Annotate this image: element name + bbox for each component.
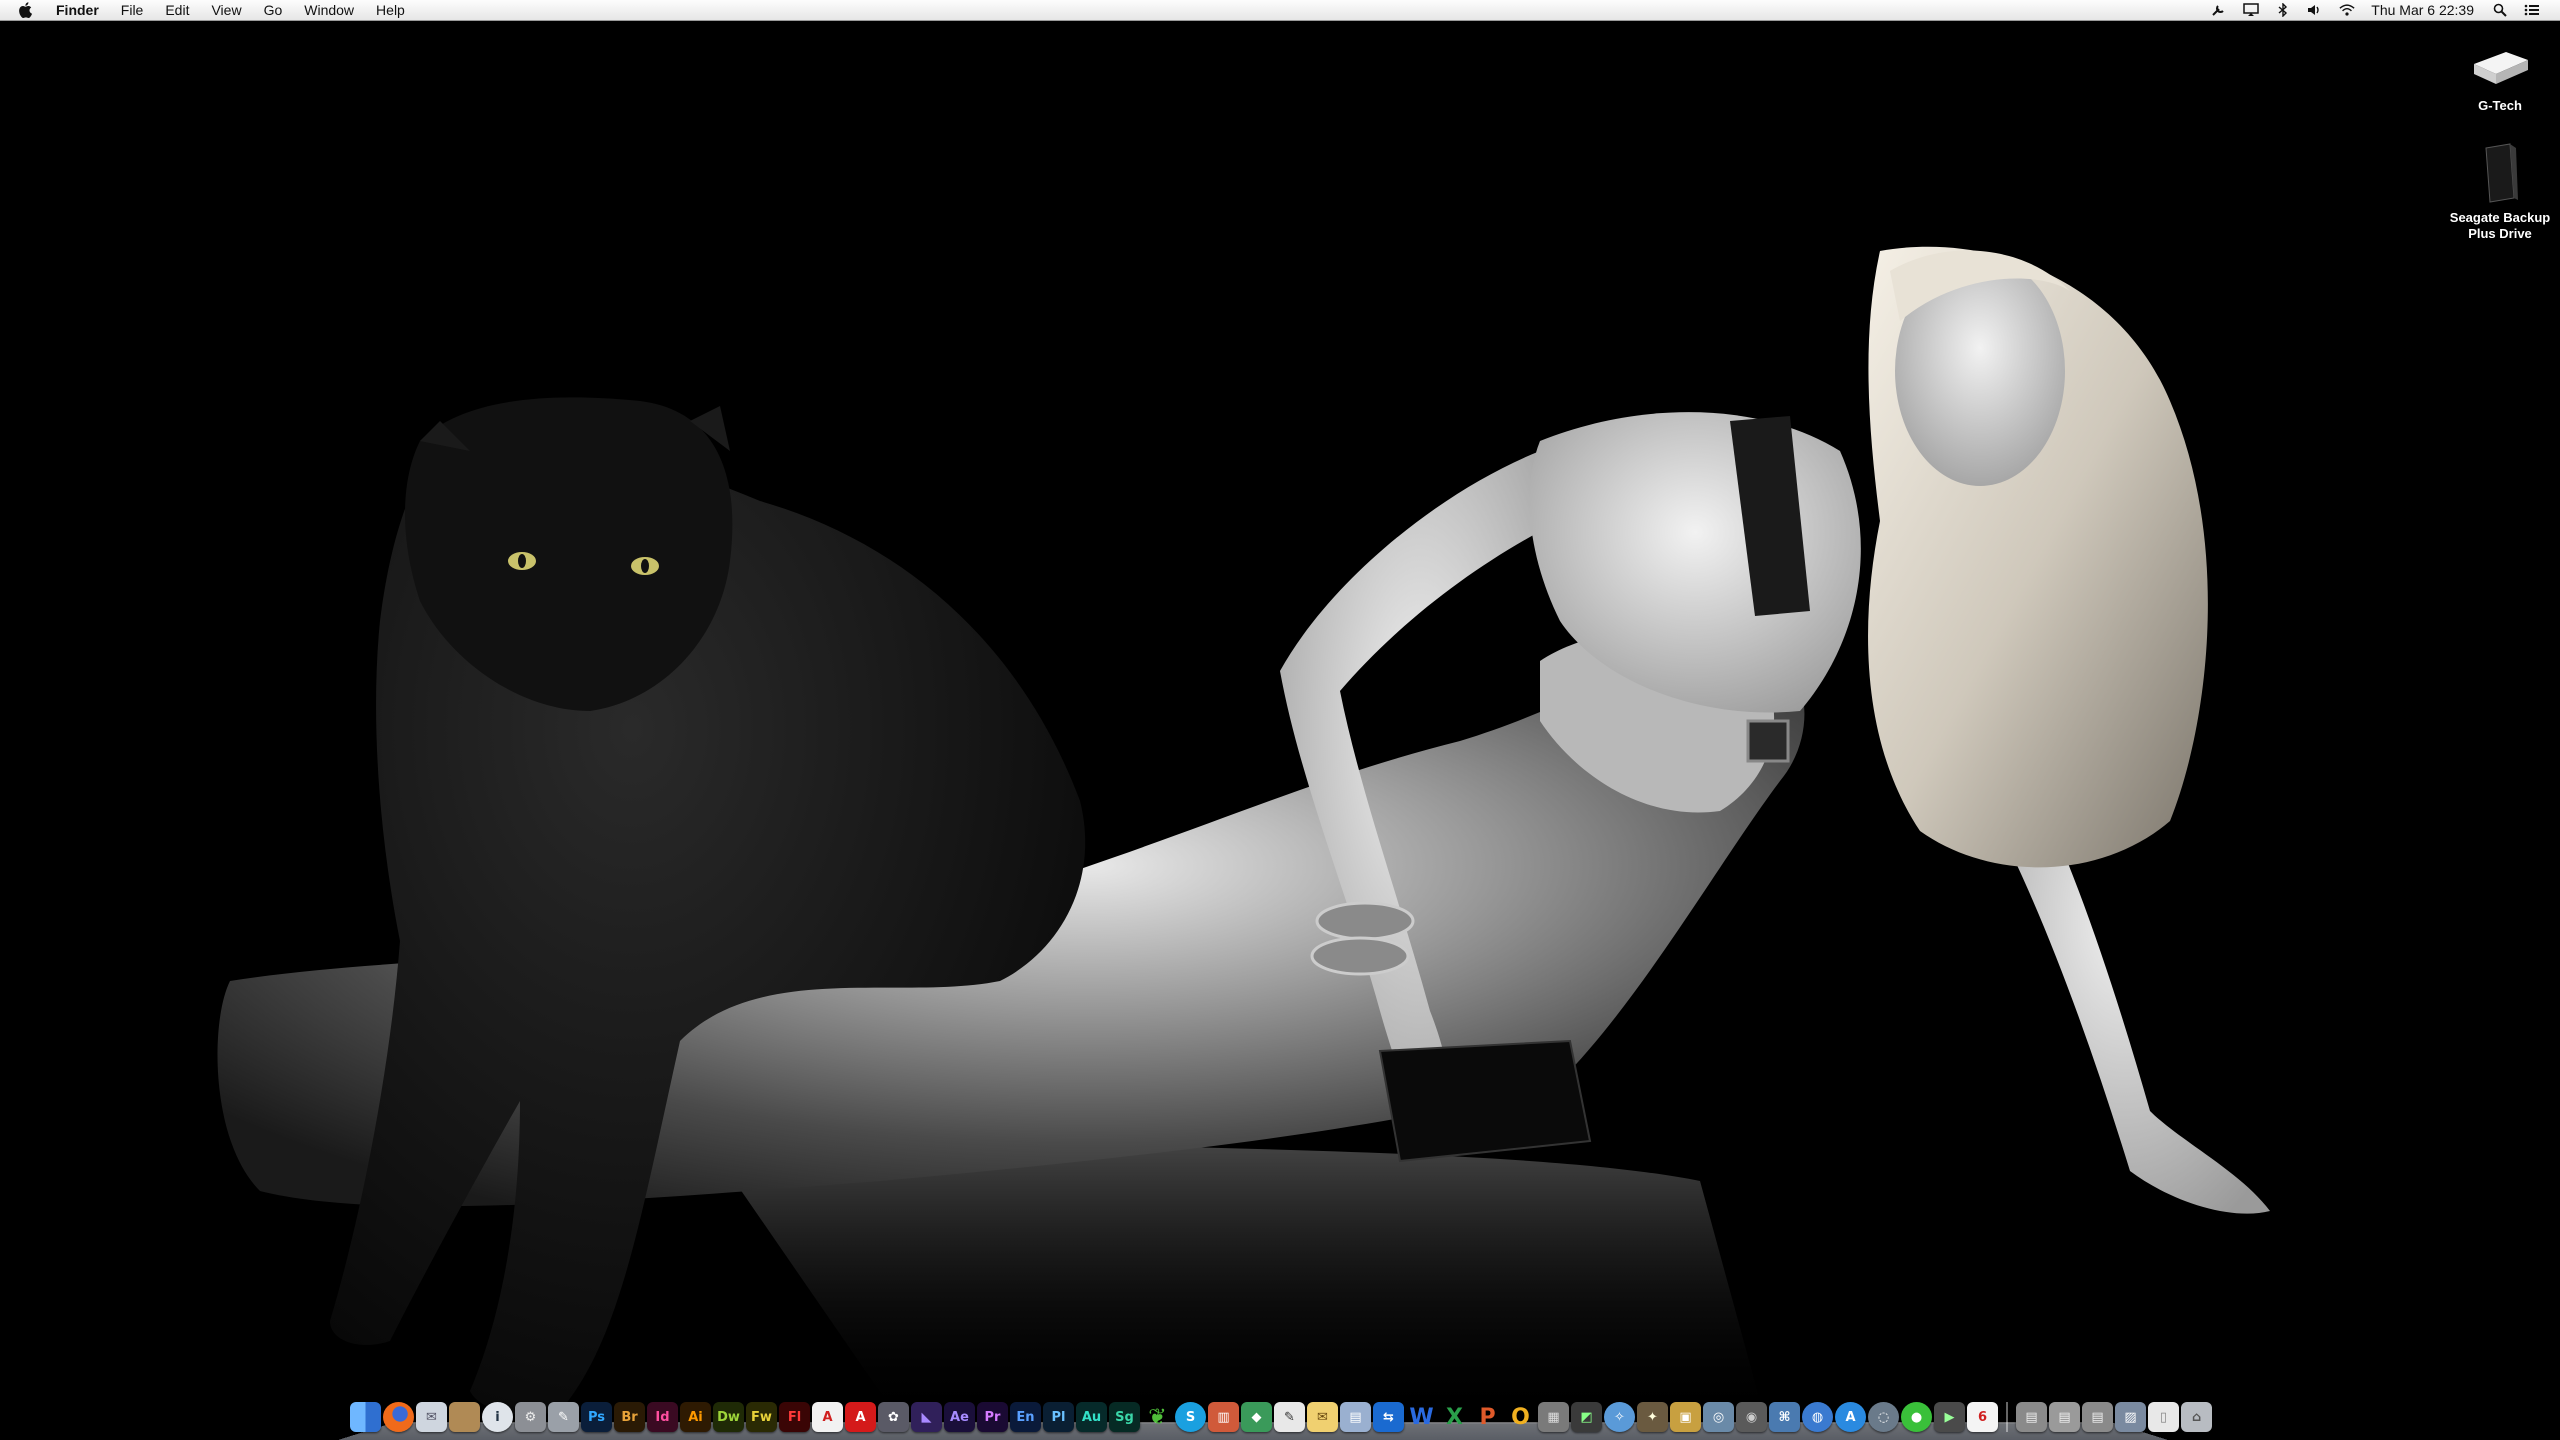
cube-app-icon[interactable]: ◆ — [1241, 1402, 1272, 1432]
premiere-icon[interactable]: Pr — [977, 1402, 1008, 1432]
desktop-icon-g-tech[interactable]: G-Tech — [2435, 44, 2560, 114]
audition-icon[interactable]: Au — [1076, 1402, 1107, 1432]
dock-icons: ✉ i ⚙ ✎ Ps Br Id Ai Dw Fw Fl A A ✿ ◣ Ae Pr En Pl Au Sg ❦ S ▥ ◆ ✎ ✉… — [350, 1400, 2212, 1434]
finder-icon[interactable] — [350, 1402, 381, 1432]
after-effects-icon[interactable]: Ae — [944, 1402, 975, 1432]
extension-manager-icon[interactable]: ◣ — [911, 1402, 942, 1432]
menu-help[interactable]: Help — [365, 0, 416, 21]
textedit-icon[interactable]: ✎ — [1274, 1402, 1305, 1432]
illustrator-icon[interactable]: Ai — [680, 1402, 711, 1432]
leaf-icon[interactable]: ❦ — [1142, 1402, 1173, 1432]
apple-menu-icon[interactable] — [18, 2, 38, 18]
external-drive-icon — [2474, 52, 2528, 84]
skype-icon[interactable]: S — [1175, 1402, 1206, 1432]
script-editor-icon[interactable]: ✎ — [548, 1402, 579, 1432]
activity-monitor-icon[interactable]: ◩ — [1571, 1402, 1602, 1432]
spotlight-search-icon[interactable] — [2492, 2, 2508, 18]
dreamweaver-icon[interactable]: Dw — [713, 1402, 744, 1432]
photoshop-icon[interactable]: Ps — [581, 1402, 612, 1432]
menu-bar: Finder File Edit View Go Window Help Thu… — [0, 0, 2560, 21]
menu-window[interactable]: Window — [293, 0, 365, 21]
external-drive-icon — [2485, 143, 2518, 203]
adobe-icon[interactable]: A — [845, 1402, 876, 1432]
safari-icon[interactable]: ✧ — [1604, 1402, 1635, 1432]
menu-edit[interactable]: Edit — [154, 0, 200, 21]
excel-icon[interactable]: X — [1439, 1402, 1470, 1432]
applications-stack-icon[interactable]: ▤ — [2082, 1402, 2113, 1432]
system-preferences-icon[interactable]: ⚙ — [515, 1402, 546, 1432]
firefox-icon[interactable] — [383, 1402, 414, 1432]
notification-center-icon[interactable] — [2524, 2, 2540, 18]
calculator-icon[interactable]: ▦ — [1538, 1402, 1569, 1432]
info-icon[interactable]: i — [482, 1402, 513, 1432]
preview-icon[interactable]: ▤ — [1340, 1402, 1371, 1432]
facetime-icon[interactable]: ▶ — [1934, 1402, 1965, 1432]
volume-icon[interactable] — [2307, 2, 2323, 18]
prelude-icon[interactable]: Pl — [1043, 1402, 1074, 1432]
notes-icon[interactable]: ✉ — [1307, 1402, 1338, 1432]
flash-icon[interactable]: Fl — [779, 1402, 810, 1432]
menu-bar-extras: Thu Mar 6 22:39 — [2203, 0, 2560, 20]
encore-icon[interactable]: En — [1010, 1402, 1041, 1432]
acrobat-icon[interactable]: A — [812, 1402, 843, 1432]
powerpoint-icon[interactable]: P — [1472, 1402, 1503, 1432]
trash-icon[interactable]: ⌂ — [2181, 1402, 2212, 1432]
calendar-icon[interactable]: 6 — [1967, 1402, 1998, 1432]
wrench-icon[interactable] — [2211, 2, 2227, 18]
menu-file[interactable]: File — [110, 0, 155, 21]
menu-bar-left: Finder File Edit View Go Window Help — [0, 0, 416, 20]
archive-icon[interactable]: ▣ — [1670, 1402, 1701, 1432]
menu-app-finder[interactable]: Finder — [56, 0, 110, 21]
menu-view[interactable]: View — [200, 0, 252, 21]
chart-app-icon[interactable]: ▥ — [1208, 1402, 1239, 1432]
desktop-screen: Finder File Edit View Go Window Help Thu… — [0, 0, 2560, 1440]
utility-icon[interactable]: ✦ — [1637, 1402, 1668, 1432]
desktop-icon-seagate-backup-plus-drive[interactable]: Seagate Backup Plus Drive — [2435, 142, 2560, 242]
display-icon[interactable] — [2243, 2, 2260, 18]
file-stack-icon[interactable]: ▯ — [2148, 1402, 2179, 1432]
fireworks-icon[interactable]: Fw — [746, 1402, 777, 1432]
desktop-icon-label: Seagate Backup Plus Drive — [2449, 210, 2551, 241]
disk-utility-icon[interactable]: ◎ — [1703, 1402, 1734, 1432]
desktop-icon-label: G-Tech — [2478, 98, 2522, 113]
app-store-icon[interactable]: A — [1835, 1402, 1866, 1432]
search-app-icon[interactable]: ◌ — [1868, 1402, 1899, 1432]
bluetooth-icon[interactable] — [2275, 2, 2291, 18]
speedgrade-icon[interactable]: Sg — [1109, 1402, 1140, 1432]
word-icon[interactable]: W — [1406, 1402, 1437, 1432]
globe-icon[interactable]: ◍ — [1802, 1402, 1833, 1432]
network-icon[interactable]: ⌘ — [1769, 1402, 1800, 1432]
media-encoder-icon[interactable]: ✿ — [878, 1402, 909, 1432]
camera-icon[interactable]: ◉ — [1736, 1402, 1767, 1432]
downloads-stack-icon[interactable]: ▤ — [2016, 1402, 2047, 1432]
pictures-stack-icon[interactable]: ▨ — [2115, 1402, 2146, 1432]
outlook-icon[interactable]: O — [1505, 1402, 1536, 1432]
dock-separator — [2006, 1402, 2008, 1432]
documents-stack-icon[interactable]: ▤ — [2049, 1402, 2080, 1432]
teamviewer-icon[interactable]: ⇆ — [1373, 1402, 1404, 1432]
menu-go[interactable]: Go — [253, 0, 294, 21]
menu-bar-clock[interactable]: Thu Mar 6 22:39 — [2371, 2, 2474, 18]
mail-icon[interactable]: ✉ — [416, 1402, 447, 1432]
indesign-icon[interactable]: Id — [647, 1402, 678, 1432]
dock: ✉ i ⚙ ✎ Ps Br Id Ai Dw Fw Fl A A ✿ ◣ Ae Pr En Pl Au Sg ❦ S ▥ ◆ ✎ ✉… — [338, 1396, 2212, 1440]
messages-icon[interactable]: ● — [1901, 1402, 1932, 1432]
address-book-icon[interactable] — [449, 1402, 480, 1432]
desktop-wallpaper — [0, 21, 2560, 1440]
wifi-icon[interactable] — [2339, 2, 2355, 18]
bridge-icon[interactable]: Br — [614, 1402, 645, 1432]
